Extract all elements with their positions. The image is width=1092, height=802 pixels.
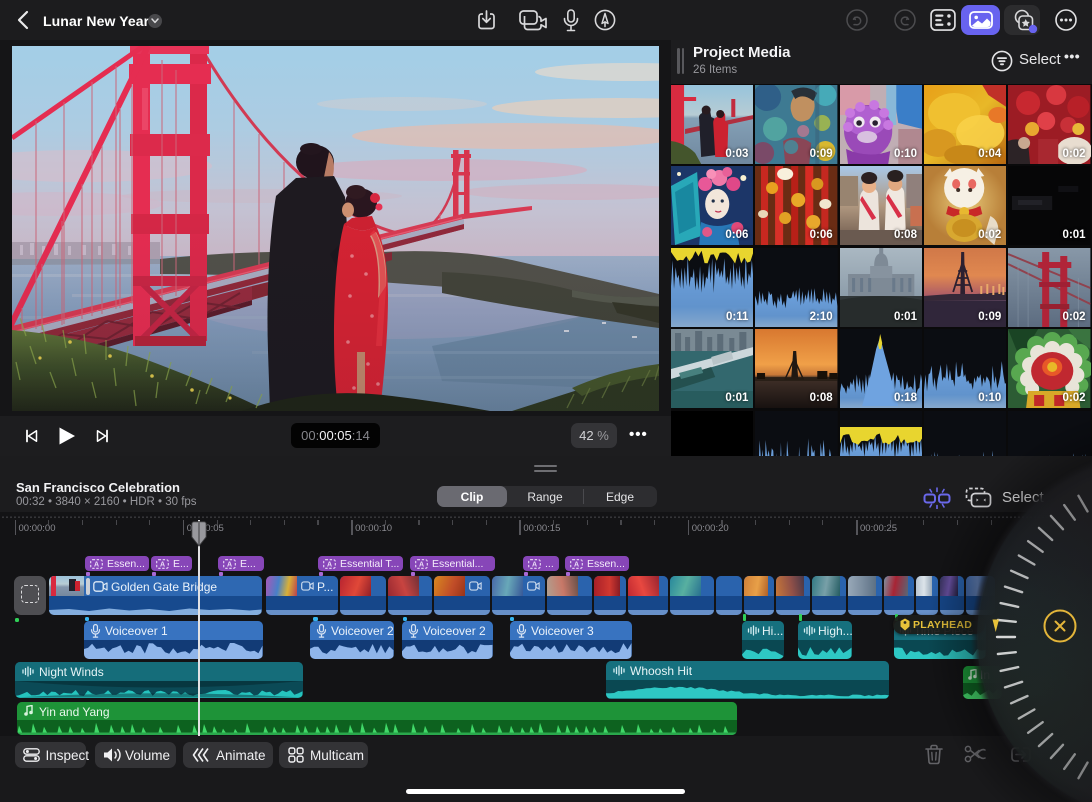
svg-text:A: A — [532, 561, 537, 568]
svg-text:A: A — [419, 561, 424, 568]
svg-text:A: A — [94, 561, 99, 568]
svg-text:A: A — [327, 561, 332, 568]
svg-text:A: A — [227, 561, 232, 568]
svg-text:A: A — [160, 561, 165, 568]
svg-text:A: A — [574, 561, 579, 568]
